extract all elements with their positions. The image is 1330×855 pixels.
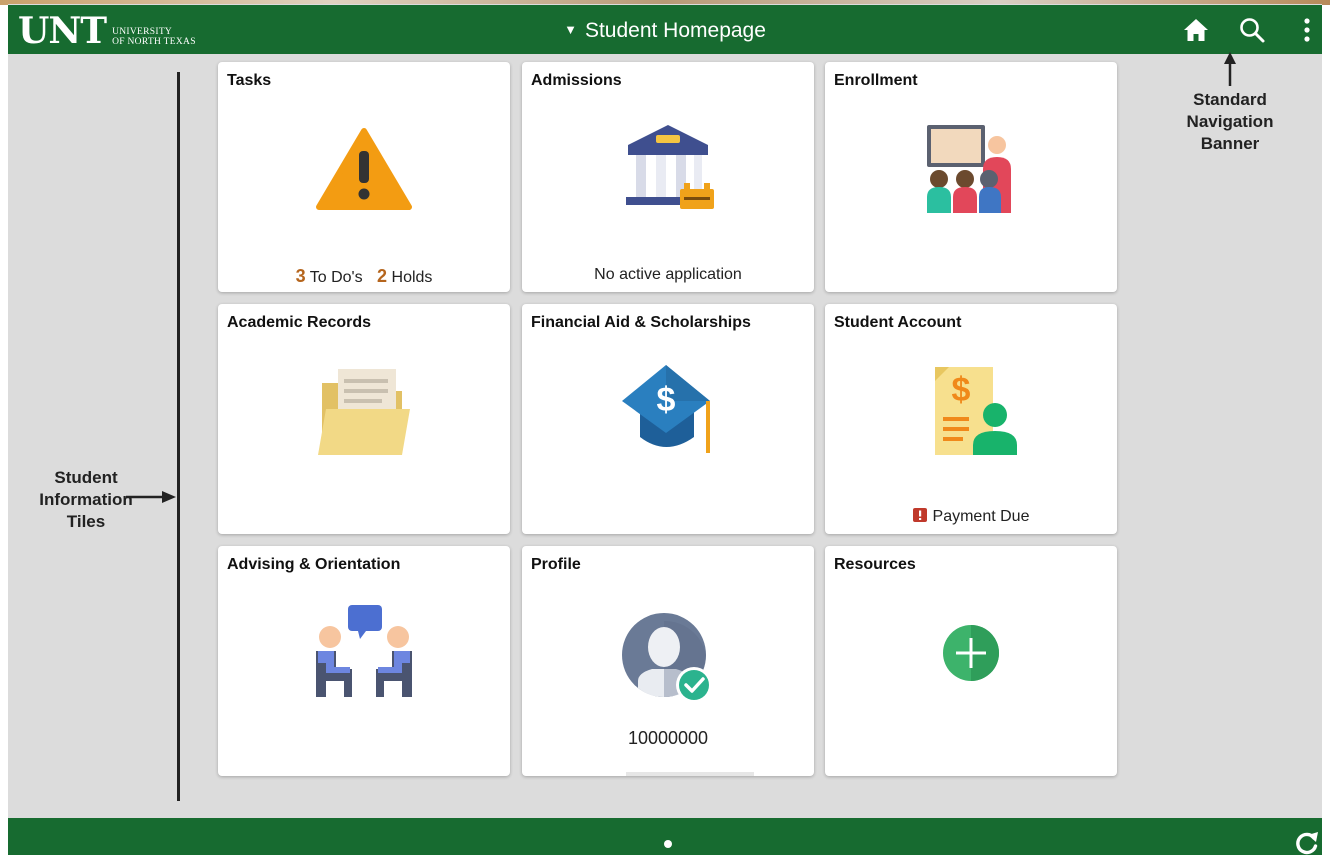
tile-academic-records[interactable]: Academic Records — [218, 304, 510, 534]
search-icon[interactable] — [1237, 15, 1267, 45]
more-vertical-icon[interactable] — [1292, 15, 1322, 45]
student-id: 10000000 — [627, 728, 709, 748]
university-building-icon — [626, 125, 714, 209]
todo-label: To Do's — [309, 269, 363, 286]
alert-icon — [912, 508, 927, 522]
tile-title: Enrollment — [834, 72, 918, 89]
profile-scroll-indicator — [626, 772, 754, 776]
page-title-label: Student Homepage — [584, 19, 766, 42]
annotation-bracket-line — [177, 72, 180, 801]
tile-resources[interactable]: Resources — [825, 546, 1117, 776]
tile-title: Tasks — [227, 72, 272, 89]
tile-student-account[interactable]: Student Account $ Payment Due — [825, 304, 1117, 534]
tile-title: Financial Aid & Scholarships — [531, 314, 751, 331]
advising-conversation-icon — [316, 605, 412, 697]
arrow-up-icon — [1224, 52, 1236, 86]
admissions-status: No active application — [594, 266, 742, 283]
invoice-payment-icon: $ — [935, 367, 1017, 455]
annotation-left-line1: Student — [54, 468, 118, 487]
svg-text:$: $ — [657, 381, 676, 419]
page-frame: UNT UNIVERSITY OF NORTH TEXAS ▼ Student H… — [8, 4, 1322, 855]
tile-title: Advising & Orientation — [227, 556, 401, 573]
tile-profile[interactable]: Profile 10000000 — [522, 546, 814, 776]
profile-avatar-icon — [622, 613, 712, 703]
annotation-right-line2: Navigation — [1186, 112, 1274, 131]
annotation-right-line3: Banner — [1200, 134, 1260, 153]
footer-bar — [8, 818, 1322, 855]
tile-title: Academic Records — [227, 314, 372, 331]
warning-icon — [316, 128, 412, 210]
navigation-banner: UNT UNIVERSITY OF NORTH TEXAS ▼ Student H… — [8, 5, 1322, 54]
graduation-cap-dollar-icon: $ — [622, 365, 710, 453]
classroom-icon — [927, 125, 1011, 213]
caret-down-icon: ▼ — [564, 22, 577, 37]
tile-advising[interactable]: Advising & Orientation — [218, 546, 510, 776]
page-indicator-dot[interactable] — [664, 840, 672, 848]
tile-title: Student Account — [834, 314, 962, 331]
annotation-left-line3: Tiles — [66, 512, 106, 531]
tile-enrollment[interactable]: Enrollment — [825, 62, 1117, 292]
arrow-right-icon — [126, 491, 176, 503]
payment-status: Payment Due — [825, 508, 1117, 526]
tasks-summary: 3 To Do's 2 Holds — [218, 266, 510, 287]
todo-count: 3 — [295, 266, 306, 286]
annotation-right-line1: Standard — [1193, 90, 1267, 109]
tile-admissions[interactable]: Admissions No active application — [522, 62, 814, 292]
home-icon[interactable] — [1181, 15, 1211, 45]
annotation-navigation-banner: Standard Navigation Banner — [1180, 89, 1280, 155]
plus-circle-icon — [943, 625, 999, 681]
tile-title: Resources — [834, 556, 916, 573]
payment-due-label: Payment Due — [932, 508, 1030, 525]
tile-tasks[interactable]: Tasks 3 To Do's 2 Holds — [218, 62, 510, 292]
hold-count: 2 — [377, 266, 388, 286]
page-title[interactable]: ▼ Student Homepage — [8, 17, 1322, 44]
tile-title: Profile — [531, 556, 581, 573]
tile-title: Admissions — [531, 72, 622, 89]
tile-financial-aid[interactable]: Financial Aid & Scholarships $ — [522, 304, 814, 534]
folder-icon — [318, 369, 410, 455]
hold-label: Holds — [391, 269, 433, 286]
svg-text:$: $ — [952, 371, 971, 409]
refresh-icon[interactable] — [1294, 830, 1320, 855]
